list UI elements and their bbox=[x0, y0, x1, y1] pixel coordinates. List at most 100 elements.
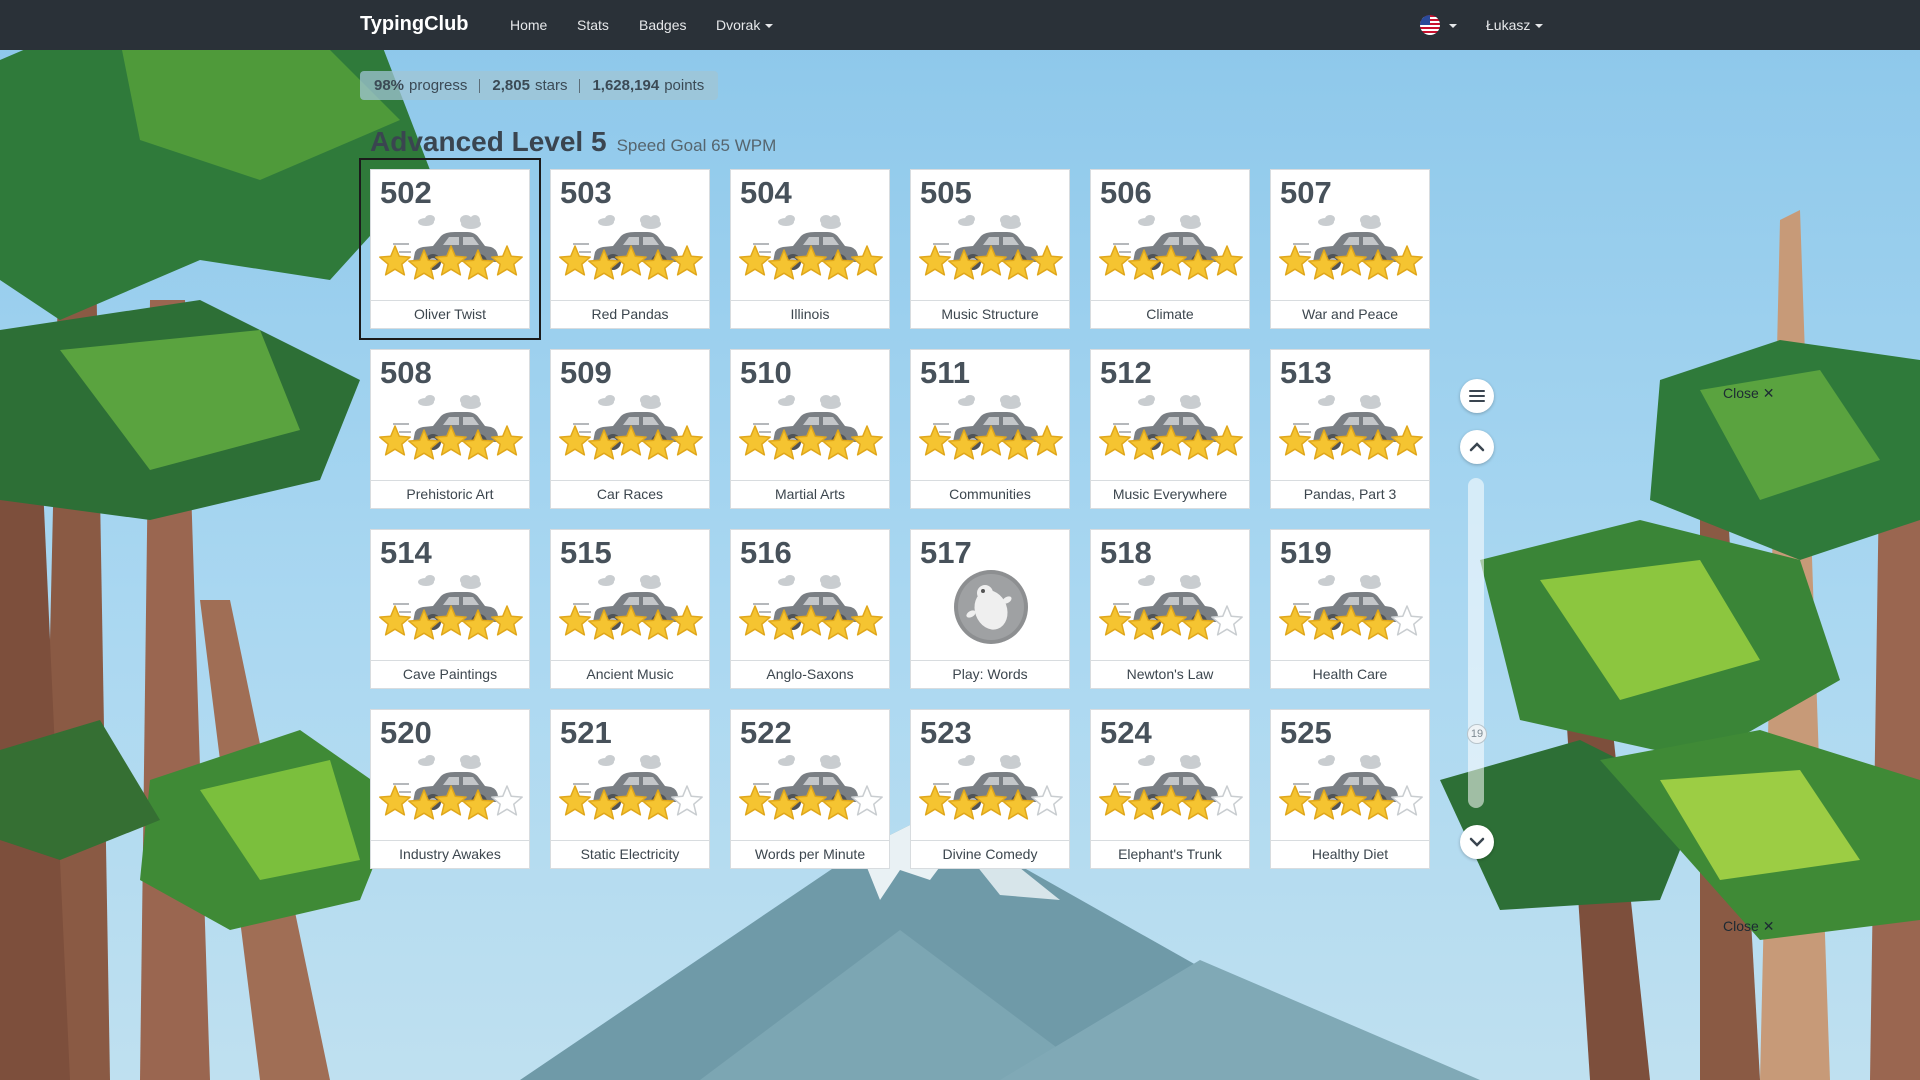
scroll-down-button[interactable] bbox=[1460, 825, 1494, 859]
caret-down-icon bbox=[765, 24, 774, 29]
lesson-number: 508 bbox=[380, 355, 432, 390]
progress-stats-bar: 98% progress 2,805 stars 1,628,194 point… bbox=[360, 71, 719, 100]
lesson-title: Illinois bbox=[731, 300, 889, 328]
lesson-car-icon bbox=[1279, 575, 1423, 640]
lesson-card[interactable]: 520 Industry Awakes bbox=[370, 709, 530, 869]
speed-goal: Speed Goal 65 WPM bbox=[616, 136, 777, 155]
lesson-number: 509 bbox=[560, 355, 612, 390]
lesson-card[interactable]: 517 Play: Words bbox=[910, 529, 1070, 689]
lesson-card[interactable]: 516 Anglo-Saxons bbox=[730, 529, 890, 689]
lesson-number: 517 bbox=[920, 535, 972, 570]
nav-stats[interactable]: Stats bbox=[577, 17, 609, 33]
lesson-card[interactable]: 509 Car Races bbox=[550, 349, 710, 509]
lesson-card[interactable]: 522 Words per Minute bbox=[730, 709, 890, 869]
lesson-car-icon bbox=[739, 755, 883, 820]
lesson-card[interactable]: 514 Cave Paintings bbox=[370, 529, 530, 689]
lesson-car-icon bbox=[1099, 755, 1243, 820]
lesson-number: 502 bbox=[380, 175, 432, 210]
lesson-car-icon bbox=[379, 215, 523, 280]
lesson-title: Pandas, Part 3 bbox=[1271, 480, 1429, 508]
lesson-card[interactable]: 521 Static Electricity bbox=[550, 709, 710, 869]
lesson-number: 506 bbox=[1100, 175, 1152, 210]
lesson-card[interactable]: 518 Newton's Law bbox=[1090, 529, 1250, 689]
lesson-number: 521 bbox=[560, 715, 612, 750]
level-title: Advanced Level 5 bbox=[370, 126, 607, 157]
lesson-car-icon bbox=[379, 575, 523, 640]
lesson-card[interactable]: 504 Illinois bbox=[730, 169, 890, 329]
lesson-card[interactable]: 507 War and Peace bbox=[1270, 169, 1430, 329]
level-scrollbar-track[interactable] bbox=[1468, 478, 1484, 808]
close-button[interactable]: Close ✕ bbox=[1723, 918, 1774, 935]
lesson-number: 511 bbox=[920, 355, 971, 390]
lesson-car-icon bbox=[379, 395, 523, 460]
close-label: Close bbox=[1723, 918, 1759, 934]
lesson-car-icon bbox=[1099, 575, 1243, 640]
lesson-card[interactable]: 525 Healthy Diet bbox=[1270, 709, 1430, 869]
lesson-number: 512 bbox=[1100, 355, 1152, 390]
lesson-number: 507 bbox=[1280, 175, 1332, 210]
lesson-card[interactable]: 503 Red Pandas bbox=[550, 169, 710, 329]
lesson-title: Elephant's Trunk bbox=[1091, 840, 1249, 868]
menu-button[interactable] bbox=[1460, 379, 1494, 413]
top-navbar: TypingClub Home Stats Badges Dvorak Łuka… bbox=[0, 0, 1920, 50]
lesson-number: 504 bbox=[740, 175, 792, 210]
lesson-car-icon bbox=[1099, 215, 1243, 280]
lesson-card[interactable]: 511 Communities bbox=[910, 349, 1070, 509]
stars-label: stars bbox=[534, 77, 568, 94]
lesson-title: War and Peace bbox=[1271, 300, 1429, 328]
lesson-title: Newton's Law bbox=[1091, 660, 1249, 688]
keyboard-layout-dropdown[interactable]: Dvorak bbox=[716, 17, 774, 33]
lesson-car-icon bbox=[559, 575, 703, 640]
lesson-title: Anglo-Saxons bbox=[731, 660, 889, 688]
lesson-title: Climate bbox=[1091, 300, 1249, 328]
lesson-number: 525 bbox=[1280, 715, 1332, 750]
lesson-card[interactable]: 510 Martial Arts bbox=[730, 349, 890, 509]
lesson-car-icon bbox=[1099, 395, 1243, 460]
scroll-up-button[interactable] bbox=[1460, 430, 1494, 464]
stars-value: 2,805 bbox=[492, 77, 530, 94]
user-name: Łukasz bbox=[1486, 17, 1531, 33]
lesson-card[interactable]: 523 Divine Comedy bbox=[910, 709, 1070, 869]
lesson-card[interactable]: 519 Health Care bbox=[1270, 529, 1430, 689]
lesson-card[interactable]: 502 Oliver Twist bbox=[359, 158, 541, 340]
us-flag-icon[interactable] bbox=[1420, 15, 1440, 35]
lesson-title: Oliver Twist bbox=[371, 300, 529, 328]
lesson-card[interactable]: 512 Music Everywhere bbox=[1090, 349, 1250, 509]
lesson-title: Music Everywhere bbox=[1091, 480, 1249, 508]
lesson-title: Healthy Diet bbox=[1271, 840, 1429, 868]
lesson-car-icon bbox=[919, 755, 1063, 820]
nav-badges[interactable]: Badges bbox=[639, 17, 686, 33]
game-penguin-icon bbox=[954, 570, 1028, 644]
chevron-up-icon bbox=[1469, 442, 1485, 452]
language-dropdown-caret[interactable] bbox=[1444, 17, 1457, 33]
lesson-card[interactable]: 506 Climate bbox=[1090, 169, 1250, 329]
lesson-title: Communities bbox=[911, 480, 1069, 508]
close-icon: ✕ bbox=[1762, 385, 1775, 401]
progress-value: 98% bbox=[374, 77, 405, 94]
user-menu-dropdown[interactable]: Łukasz bbox=[1486, 17, 1544, 33]
nav-home[interactable]: Home bbox=[510, 17, 547, 33]
chevron-down-icon bbox=[1469, 837, 1485, 847]
lesson-title: Divine Comedy bbox=[911, 840, 1069, 868]
lesson-card[interactable]: 515 Ancient Music bbox=[550, 529, 710, 689]
lesson-car-icon bbox=[739, 395, 883, 460]
progress-label: progress bbox=[409, 77, 468, 94]
lesson-number: 514 bbox=[380, 535, 432, 570]
lesson-card[interactable]: 505 Music Structure bbox=[910, 169, 1070, 329]
keyboard-layout-label: Dvorak bbox=[716, 17, 761, 33]
lesson-number: 516 bbox=[740, 535, 792, 570]
close-label: Close bbox=[1723, 385, 1759, 401]
close-button[interactable]: Close ✕ bbox=[1723, 385, 1774, 402]
lesson-title: Red Pandas bbox=[551, 300, 709, 328]
lesson-card[interactable]: 508 Prehistoric Art bbox=[370, 349, 530, 509]
lesson-card[interactable]: 524 Elephant's Trunk bbox=[1090, 709, 1250, 869]
brand-logo[interactable]: TypingClub bbox=[360, 13, 469, 36]
lesson-number: 519 bbox=[1280, 535, 1332, 570]
level-scrollbar-thumb[interactable]: 19 bbox=[1467, 724, 1487, 744]
lesson-number: 515 bbox=[560, 535, 612, 570]
lesson-title: Car Races bbox=[551, 480, 709, 508]
lesson-card[interactable]: 513 Pandas, Part 3 bbox=[1270, 349, 1430, 509]
lesson-car-icon bbox=[919, 395, 1063, 460]
lesson-car-icon bbox=[1279, 395, 1423, 460]
lesson-number: 524 bbox=[1100, 715, 1152, 750]
